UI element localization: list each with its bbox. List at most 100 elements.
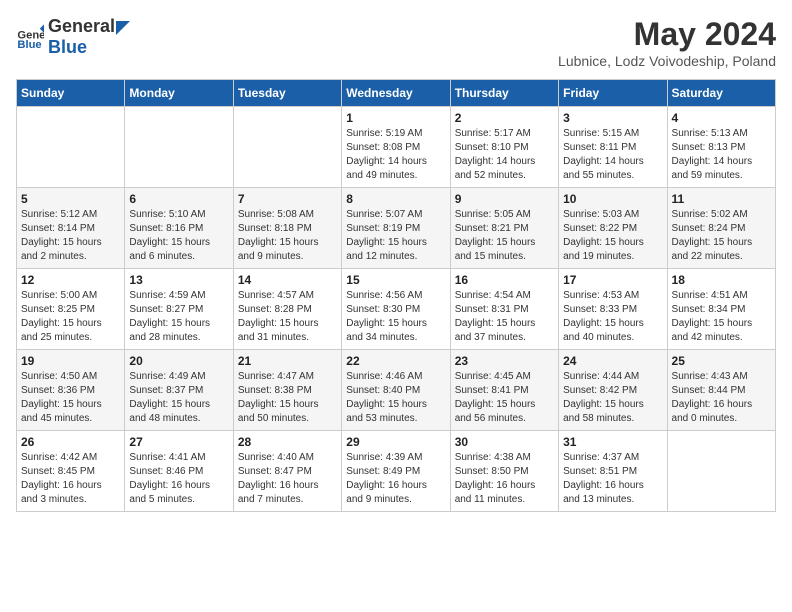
day-number: 14 [238,273,337,287]
calendar-cell: 26 Sunrise: 4:42 AM Sunset: 8:45 PM Dayli… [17,431,125,512]
day-info: Sunrise: 4:51 AM Sunset: 8:34 PM Dayligh… [672,289,771,345]
calendar-cell: 7 Sunrise: 5:08 AM Sunset: 8:18 PM Daylig… [233,188,341,269]
calendar-cell: 5 Sunrise: 5:12 AM Sunset: 8:14 PM Daylig… [17,188,125,269]
day-info: Sunrise: 5:19 AM Sunset: 8:08 PM Dayligh… [346,127,445,183]
day-number: 5 [21,192,120,206]
day-number: 31 [563,435,662,449]
day-number: 15 [346,273,445,287]
day-info: Sunrise: 4:47 AM Sunset: 8:38 PM Dayligh… [238,370,337,426]
calendar-cell: 10Sunrise: 5:03 AM Sunset: 8:22 PM Dayli… [559,188,667,269]
calendar-week-row: 5 Sunrise: 5:12 AM Sunset: 8:14 PM Daylig… [17,188,776,269]
logo-icon: General Blue [16,23,44,51]
calendar-table: SundayMondayTuesdayWednesdayThursdayFrid… [16,79,776,512]
calendar-header-row: SundayMondayTuesdayWednesdayThursdayFrid… [17,80,776,107]
day-number: 27 [129,435,228,449]
calendar-cell: 25 Sunrise: 4:43 AM Sunset: 8:44 PM Dayli… [667,350,775,431]
day-info: Sunrise: 5:02 AM Sunset: 8:24 PM Dayligh… [672,208,771,264]
calendar-cell: 3Sunrise: 5:15 AM Sunset: 8:11 PM Daylig… [559,107,667,188]
location-title: Lubnice, Lodz Voivodeship, Poland [558,53,776,69]
day-number: 2 [455,111,554,125]
day-info: Sunrise: 4:57 AM Sunset: 8:28 PM Dayligh… [238,289,337,345]
day-number: 9 [455,192,554,206]
day-info: Sunrise: 4:59 AM Sunset: 8:27 PM Dayligh… [129,289,228,345]
day-number: 29 [346,435,445,449]
calendar-cell: 22Sunrise: 4:46 AM Sunset: 8:40 PM Dayli… [342,350,450,431]
day-number: 25 [672,354,771,368]
weekday-header-wednesday: Wednesday [342,80,450,107]
day-info: Sunrise: 5:08 AM Sunset: 8:18 PM Dayligh… [238,208,337,264]
day-number: 17 [563,273,662,287]
calendar-cell: 15 Sunrise: 4:56 AM Sunset: 8:30 PM Dayli… [342,269,450,350]
calendar-week-row: 19 Sunrise: 4:50 AM Sunset: 8:36 PM Dayli… [17,350,776,431]
calendar-cell: 28Sunrise: 4:40 AM Sunset: 8:47 PM Dayli… [233,431,341,512]
day-number: 26 [21,435,120,449]
calendar-cell [17,107,125,188]
day-number: 7 [238,192,337,206]
calendar-week-row: 12 Sunrise: 5:00 AM Sunset: 8:25 PM Dayli… [17,269,776,350]
calendar-cell: 13Sunrise: 4:59 AM Sunset: 8:27 PM Dayli… [125,269,233,350]
logo: General Blue General Blue [16,16,131,58]
logo-triangle-icon [116,21,130,35]
calendar-cell [125,107,233,188]
day-number: 18 [672,273,771,287]
weekday-header-friday: Friday [559,80,667,107]
day-info: Sunrise: 4:50 AM Sunset: 8:36 PM Dayligh… [21,370,120,426]
calendar-cell: 11Sunrise: 5:02 AM Sunset: 8:24 PM Dayli… [667,188,775,269]
weekday-header-monday: Monday [125,80,233,107]
day-info: Sunrise: 4:37 AM Sunset: 8:51 PM Dayligh… [563,451,662,507]
calendar-cell: 20 Sunrise: 4:49 AM Sunset: 8:37 PM Dayli… [125,350,233,431]
calendar-cell: 16Sunrise: 4:54 AM Sunset: 8:31 PM Dayli… [450,269,558,350]
calendar-cell: 1Sunrise: 5:19 AM Sunset: 8:08 PM Daylig… [342,107,450,188]
calendar-cell: 9 Sunrise: 5:05 AM Sunset: 8:21 PM Daylig… [450,188,558,269]
weekday-header-tuesday: Tuesday [233,80,341,107]
day-info: Sunrise: 4:41 AM Sunset: 8:46 PM Dayligh… [129,451,228,507]
day-info: Sunrise: 4:42 AM Sunset: 8:45 PM Dayligh… [21,451,120,507]
day-number: 6 [129,192,228,206]
day-info: Sunrise: 5:13 AM Sunset: 8:13 PM Dayligh… [672,127,771,183]
day-info: Sunrise: 4:49 AM Sunset: 8:37 PM Dayligh… [129,370,228,426]
day-info: Sunrise: 4:56 AM Sunset: 8:30 PM Dayligh… [346,289,445,345]
day-number: 20 [129,354,228,368]
day-number: 30 [455,435,554,449]
page-header: General Blue General Blue May 2024 Lubni… [16,16,776,69]
calendar-cell: 14 Sunrise: 4:57 AM Sunset: 8:28 PM Dayli… [233,269,341,350]
day-info: Sunrise: 4:44 AM Sunset: 8:42 PM Dayligh… [563,370,662,426]
day-info: Sunrise: 5:05 AM Sunset: 8:21 PM Dayligh… [455,208,554,264]
day-info: Sunrise: 5:17 AM Sunset: 8:10 PM Dayligh… [455,127,554,183]
day-info: Sunrise: 5:10 AM Sunset: 8:16 PM Dayligh… [129,208,228,264]
calendar-cell: 27 Sunrise: 4:41 AM Sunset: 8:46 PM Dayli… [125,431,233,512]
weekday-header-saturday: Saturday [667,80,775,107]
calendar-week-row: 1Sunrise: 5:19 AM Sunset: 8:08 PM Daylig… [17,107,776,188]
day-info: Sunrise: 4:43 AM Sunset: 8:44 PM Dayligh… [672,370,771,426]
logo-general-text: General [48,16,115,36]
calendar-cell: 17 Sunrise: 4:53 AM Sunset: 8:33 PM Dayli… [559,269,667,350]
calendar-cell: 21Sunrise: 4:47 AM Sunset: 8:38 PM Dayli… [233,350,341,431]
day-info: Sunrise: 4:46 AM Sunset: 8:40 PM Dayligh… [346,370,445,426]
day-info: Sunrise: 4:53 AM Sunset: 8:33 PM Dayligh… [563,289,662,345]
calendar-week-row: 26 Sunrise: 4:42 AM Sunset: 8:45 PM Dayli… [17,431,776,512]
day-info: Sunrise: 5:12 AM Sunset: 8:14 PM Dayligh… [21,208,120,264]
day-number: 23 [455,354,554,368]
day-number: 8 [346,192,445,206]
calendar-cell: 24 Sunrise: 4:44 AM Sunset: 8:42 PM Dayli… [559,350,667,431]
day-info: Sunrise: 4:54 AM Sunset: 8:31 PM Dayligh… [455,289,554,345]
day-number: 28 [238,435,337,449]
calendar-cell: 4Sunrise: 5:13 AM Sunset: 8:13 PM Daylig… [667,107,775,188]
weekday-header-sunday: Sunday [17,80,125,107]
calendar-cell: 12 Sunrise: 5:00 AM Sunset: 8:25 PM Dayli… [17,269,125,350]
title-block: May 2024 Lubnice, Lodz Voivodeship, Pola… [558,16,776,69]
day-number: 19 [21,354,120,368]
day-info: Sunrise: 4:45 AM Sunset: 8:41 PM Dayligh… [455,370,554,426]
calendar-cell: 8Sunrise: 5:07 AM Sunset: 8:19 PM Daylig… [342,188,450,269]
day-number: 12 [21,273,120,287]
day-info: Sunrise: 4:39 AM Sunset: 8:49 PM Dayligh… [346,451,445,507]
calendar-cell: 30Sunrise: 4:38 AM Sunset: 8:50 PM Dayli… [450,431,558,512]
logo-blue-text: Blue [48,37,87,57]
day-number: 3 [563,111,662,125]
calendar-cell: 31 Sunrise: 4:37 AM Sunset: 8:51 PM Dayli… [559,431,667,512]
month-title: May 2024 [558,16,776,53]
calendar-cell: 23 Sunrise: 4:45 AM Sunset: 8:41 PM Dayli… [450,350,558,431]
calendar-cell [233,107,341,188]
day-info: Sunrise: 5:00 AM Sunset: 8:25 PM Dayligh… [21,289,120,345]
day-number: 24 [563,354,662,368]
